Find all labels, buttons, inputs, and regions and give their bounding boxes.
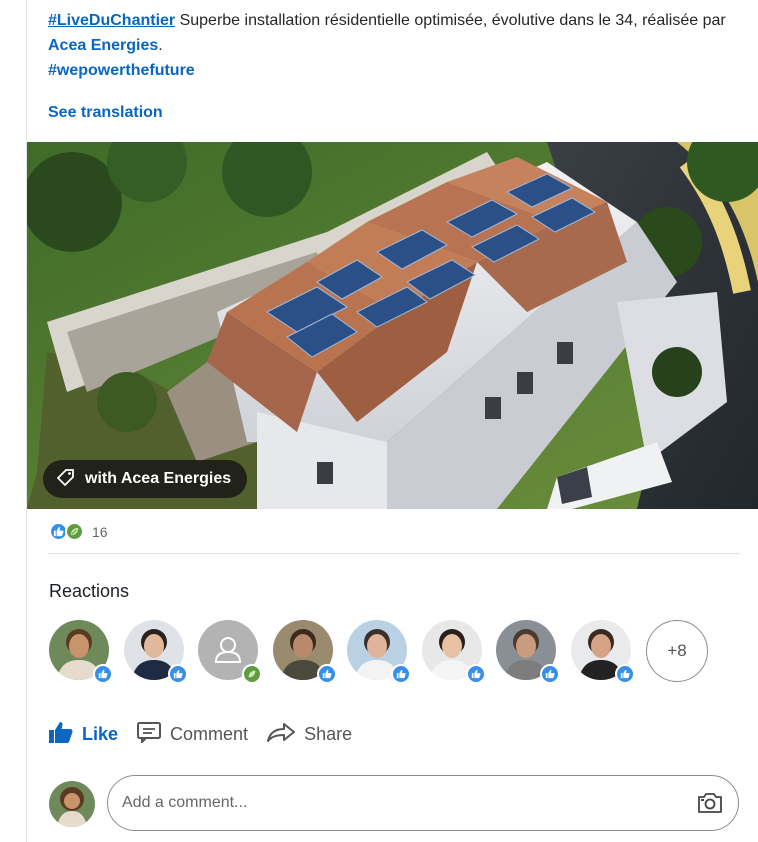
- like-badge-icon: [615, 664, 635, 684]
- photo-tag-label: with Acea Energies: [85, 470, 232, 487]
- like-button[interactable]: Like: [48, 720, 118, 749]
- photo-tag-chip[interactable]: with Acea Energies: [43, 460, 248, 498]
- current-user-avatar[interactable]: [49, 781, 95, 827]
- support-badge-icon: [242, 664, 262, 684]
- social-counts[interactable]: 16: [49, 522, 108, 541]
- comment-input-box[interactable]: [107, 775, 739, 831]
- share-button-label: Share: [304, 724, 353, 744]
- more-reactions-button[interactable]: +8: [646, 620, 708, 682]
- post-body-period: .: [158, 37, 163, 54]
- thumbs-up-icon: [48, 720, 74, 749]
- comment-icon: [136, 721, 162, 748]
- reactions-heading: Reactions: [49, 581, 130, 601]
- hashtag-liveduchantier[interactable]: #LiveDuChantier: [48, 12, 175, 29]
- comment-input[interactable]: [122, 794, 696, 812]
- hashtag-wepowerthefuture[interactable]: #wepowerthefuture: [48, 62, 195, 79]
- reaction-count: 16: [92, 523, 108, 540]
- share-button[interactable]: Share: [266, 721, 352, 748]
- divider: [48, 553, 740, 554]
- tag-icon: [56, 468, 75, 491]
- add-comment-row: [49, 775, 741, 833]
- post-actions-bar: Like Comment Share: [48, 720, 370, 749]
- comment-button-label: Comment: [170, 724, 249, 744]
- comment-button[interactable]: Comment: [136, 721, 248, 748]
- post-text: #LiveDuChantier Superbe installation rés…: [48, 8, 738, 83]
- post-body-text: Superbe installation résidentielle optim…: [175, 12, 726, 29]
- see-translation-link[interactable]: See translation: [48, 104, 163, 122]
- like-badge-icon: [168, 664, 188, 684]
- like-badge-icon: [93, 664, 113, 684]
- share-arrow-icon: [266, 721, 296, 748]
- company-mention-link[interactable]: Acea Energies: [48, 37, 158, 54]
- support-reaction-icon: [65, 522, 84, 541]
- camera-icon[interactable]: [696, 791, 724, 815]
- reactions-avatar-list: +8: [49, 620, 739, 690]
- like-badge-icon: [466, 664, 486, 684]
- post-photo[interactable]: [27, 142, 758, 509]
- like-badge-icon: [317, 664, 337, 684]
- like-button-label: Like: [82, 724, 119, 744]
- like-badge-icon: [391, 664, 411, 684]
- like-badge-icon: [540, 664, 560, 684]
